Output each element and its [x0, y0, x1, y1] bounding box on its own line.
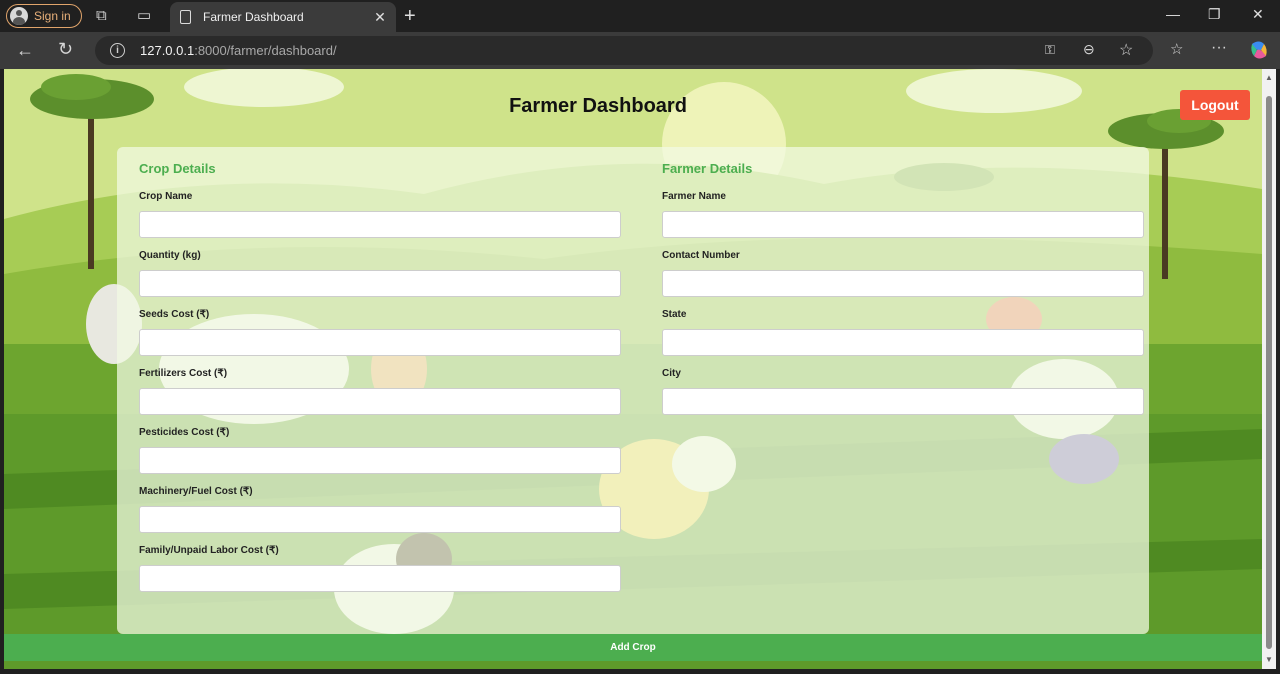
seeds-cost-label: Seeds Cost (₹)	[139, 309, 210, 320]
new-tab-icon[interactable]: +	[404, 5, 416, 28]
fertilizers-cost-input[interactable]	[139, 388, 621, 415]
city-label: City	[662, 368, 681, 379]
crop-form-card: Crop Details Crop Name Quantity (kg) See…	[117, 147, 1149, 634]
copilot-icon[interactable]	[1249, 40, 1269, 60]
zoom-out-icon[interactable]: ⊖	[1083, 41, 1095, 58]
farmer-name-input[interactable]	[662, 211, 1144, 238]
machinery-fuel-cost-label: Machinery/Fuel Cost (₹)	[139, 486, 253, 497]
address-bar[interactable]: i 127.0.0.1:8000/farmer/dashboard/ ⚿ ⊖ ☆	[95, 36, 1153, 65]
farmer-name-field: Farmer Name	[662, 191, 1144, 238]
crop-name-label: Crop Name	[139, 191, 193, 202]
profile-icon	[10, 7, 28, 25]
farmer-details-section: Farmer Details Farmer Name Contact Numbe…	[662, 161, 1144, 427]
url-path: :8000/farmer/dashboard/	[194, 43, 337, 58]
family-labor-cost-field: Family/Unpaid Labor Cost (₹)	[139, 545, 621, 592]
page-icon	[180, 10, 191, 24]
close-window-icon[interactable]: ✕	[1252, 6, 1264, 23]
farmer-details-title: Farmer Details	[662, 161, 753, 176]
tab-actions-icon[interactable]: ▭	[137, 6, 151, 24]
city-field: City	[662, 368, 1144, 415]
quantity-field: Quantity (kg)	[139, 250, 621, 297]
crop-name-input[interactable]	[139, 211, 621, 238]
pesticides-cost-input[interactable]	[139, 447, 621, 474]
pesticides-cost-label: Pesticides Cost (₹)	[139, 427, 230, 438]
crop-details-section: Crop Details Crop Name Quantity (kg) See…	[139, 161, 621, 604]
add-crop-button[interactable]: Add Crop	[4, 634, 1262, 661]
scrollbar-thumb[interactable]	[1266, 96, 1272, 649]
machinery-fuel-cost-field: Machinery/Fuel Cost (₹)	[139, 486, 621, 533]
machinery-fuel-cost-input[interactable]	[139, 506, 621, 533]
minimize-icon[interactable]: —	[1166, 6, 1180, 22]
family-labor-cost-input[interactable]	[139, 565, 621, 592]
family-labor-cost-label: Family/Unpaid Labor Cost (₹)	[139, 545, 279, 556]
tab-title: Farmer Dashboard	[203, 10, 304, 24]
restore-icon[interactable]: ❐	[1208, 6, 1221, 23]
contact-number-field: Contact Number	[662, 250, 1144, 297]
active-tab[interactable]: Farmer Dashboard ✕	[170, 2, 396, 32]
browser-tab-bar: Sign in ⧉ ▭ Farmer Dashboard ✕ + — ❐ ✕	[0, 0, 1280, 32]
fertilizers-cost-label: Fertilizers Cost (₹)	[139, 368, 228, 379]
crop-details-title: Crop Details	[139, 161, 216, 176]
more-menu-icon[interactable]: ···	[1211, 39, 1227, 57]
crop-name-field: Crop Name	[139, 191, 621, 238]
key-icon[interactable]: ⚿	[1045, 42, 1055, 58]
workspaces-icon[interactable]: ⧉	[96, 7, 107, 24]
farmer-name-label: Farmer Name	[662, 191, 726, 202]
quantity-label: Quantity (kg)	[139, 250, 201, 261]
state-field: State	[662, 309, 1144, 356]
pesticides-cost-field: Pesticides Cost (₹)	[139, 427, 621, 474]
seeds-cost-field: Seeds Cost (₹)	[139, 309, 621, 356]
page-scrollbar[interactable]: ▲ ▼	[1262, 69, 1276, 669]
seeds-cost-input[interactable]	[139, 329, 621, 356]
page-viewport: Farmer Dashboard Logout Crop Details Cro…	[4, 69, 1262, 669]
back-icon[interactable]: ←	[16, 40, 34, 61]
contact-number-label: Contact Number	[662, 250, 740, 261]
address-toolbar: ← ↻ i 127.0.0.1:8000/farmer/dashboard/ ⚿…	[0, 32, 1280, 69]
sign-in-button[interactable]: Sign in	[6, 4, 82, 28]
favorites-icon[interactable]: ☆	[1170, 40, 1183, 58]
state-label: State	[662, 309, 687, 320]
site-info-icon[interactable]: i	[110, 43, 125, 58]
logout-button[interactable]: Logout	[1180, 90, 1250, 120]
close-tab-icon[interactable]: ✕	[370, 9, 390, 26]
scroll-up-icon[interactable]: ▲	[1265, 73, 1273, 82]
quantity-input[interactable]	[139, 270, 621, 297]
scroll-down-icon[interactable]: ▼	[1265, 655, 1273, 664]
url-host: 127.0.0.1	[140, 43, 195, 58]
refresh-icon[interactable]: ↻	[58, 39, 73, 60]
state-input[interactable]	[662, 329, 1144, 356]
favorite-star-icon[interactable]: ☆	[1119, 40, 1133, 60]
city-input[interactable]	[662, 388, 1144, 415]
page-title: Farmer Dashboard	[509, 95, 687, 117]
fertilizers-cost-field: Fertilizers Cost (₹)	[139, 368, 621, 415]
contact-number-input[interactable]	[662, 270, 1144, 297]
sign-in-label: Sign in	[34, 9, 71, 23]
